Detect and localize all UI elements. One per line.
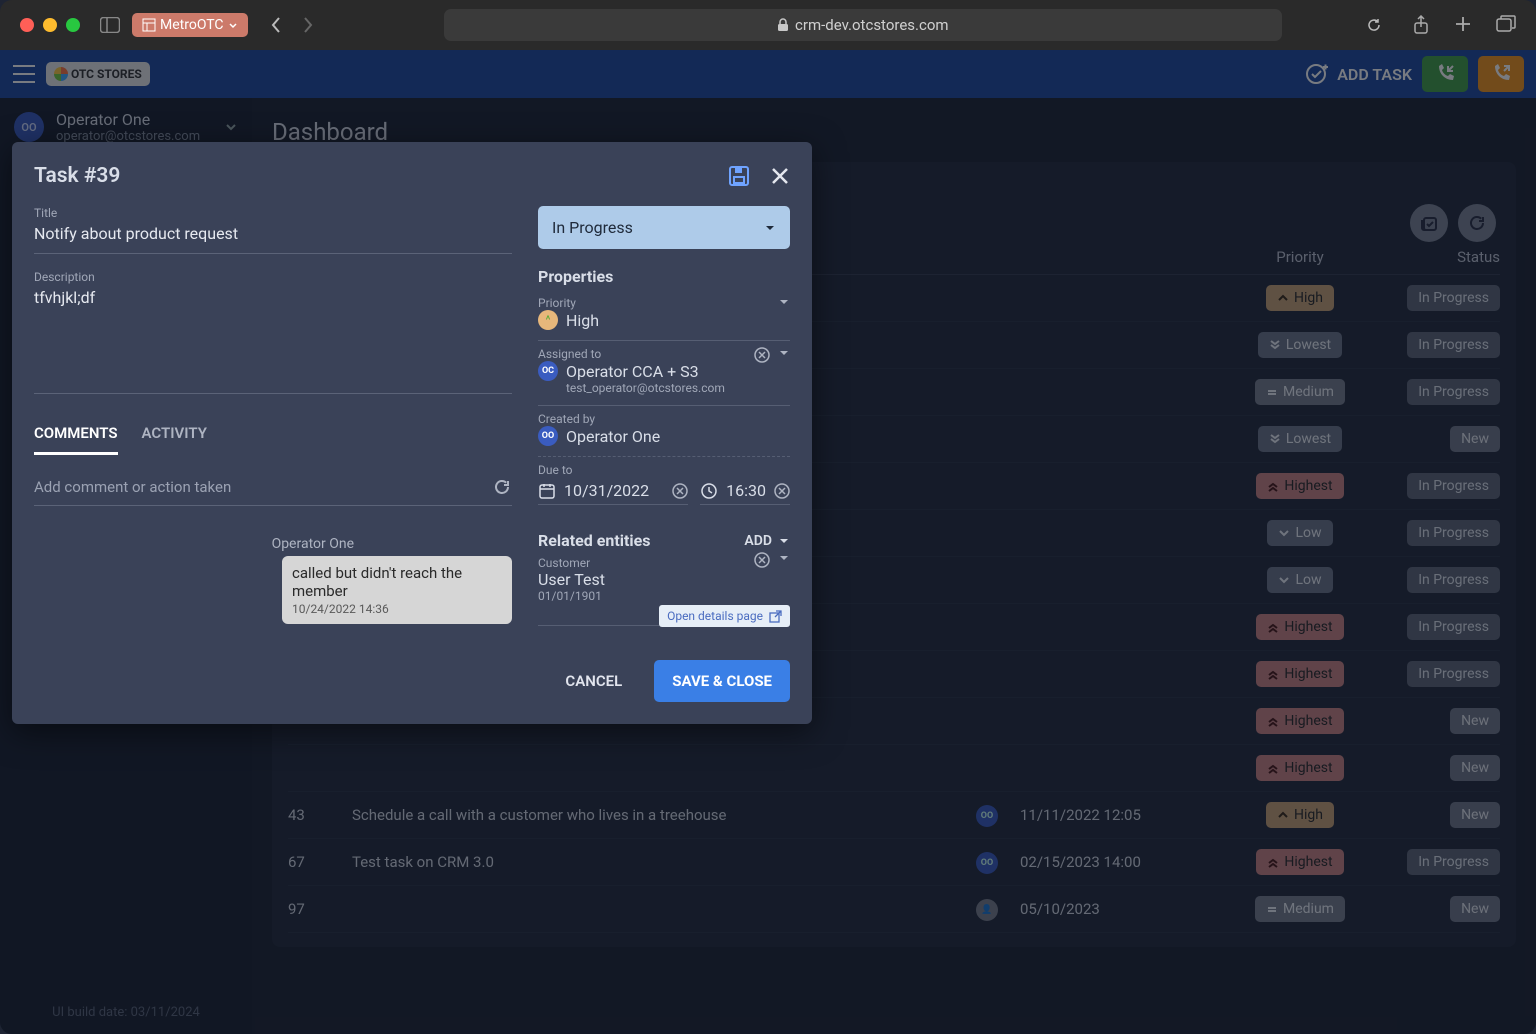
priority-row[interactable]: Priority ^ High [538, 290, 790, 341]
comment-time: 10/24/2022 14:36 [292, 602, 502, 616]
forward-button[interactable] [302, 16, 314, 34]
clear-icon[interactable] [754, 347, 770, 363]
comment-input[interactable]: Add comment or action taken [34, 469, 512, 506]
add-related-button[interactable]: ADD [744, 533, 790, 549]
tab-comments[interactable]: COMMENTS [34, 414, 118, 455]
url-bar[interactable]: crm-dev.otcstores.com [444, 9, 1282, 41]
comment-entry: Operator One called but didn't reach the… [34, 536, 512, 624]
save-icon[interactable] [728, 165, 750, 187]
created-avatar: OO [538, 426, 558, 446]
clear-icon[interactable] [754, 552, 770, 568]
description-input[interactable]: tfvhjkl;df [34, 284, 512, 394]
open-details-link[interactable]: Open details page [659, 605, 790, 627]
status-select[interactable]: In Progress [538, 206, 790, 249]
comment-author: Operator One [272, 536, 354, 552]
title-input[interactable]: Notify about product request [34, 220, 512, 254]
tab-activity[interactable]: ACTIVITY [142, 414, 207, 455]
calendar-icon [538, 482, 556, 500]
back-button[interactable] [270, 16, 282, 34]
assigned-avatar: OC [538, 361, 558, 381]
tab-chevron-icon [228, 20, 238, 30]
created-row: Created by OO Operator One [538, 406, 790, 457]
clear-date-icon[interactable] [672, 483, 688, 499]
chevron-down-icon [778, 535, 790, 547]
due-time-value: 16:30 [726, 481, 766, 500]
clock-icon [700, 482, 718, 500]
customer-name: User Test [538, 570, 605, 589]
share-icon[interactable] [1412, 15, 1430, 35]
status-value: In Progress [552, 218, 633, 237]
properties-heading: Properties [538, 267, 790, 286]
save-close-button[interactable]: SAVE & CLOSE [654, 660, 790, 702]
new-tab-icon[interactable] [1454, 15, 1472, 35]
title-label: Title [34, 206, 512, 220]
priority-chip-icon: ^ [538, 310, 558, 330]
cancel-button[interactable]: CANCEL [557, 660, 630, 702]
task-dialog: Task #39 Title Notify about product requ… [12, 142, 812, 724]
clear-time-icon[interactable] [774, 483, 790, 499]
comment-placeholder: Add comment or action taken [34, 478, 231, 496]
browser-tab[interactable]: MetroOTC [132, 13, 248, 37]
created-name: Operator One [566, 427, 660, 446]
assigned-label: Assigned to [538, 347, 790, 361]
reload-icon[interactable] [1366, 17, 1382, 33]
chevron-down-icon [764, 222, 776, 234]
close-window-icon[interactable] [20, 18, 34, 32]
maximize-window-icon[interactable] [66, 18, 80, 32]
description-label: Description [34, 270, 512, 284]
refresh-comments-icon[interactable] [492, 477, 512, 497]
url-text: crm-dev.otcstores.com [795, 16, 949, 34]
assigned-email: test_operator@otcstores.com [566, 381, 790, 395]
customer-dob: 01/01/1901 [538, 589, 790, 603]
due-time-input[interactable]: 16:30 [700, 481, 790, 505]
created-label: Created by [538, 412, 790, 426]
due-date-input[interactable]: 10/31/2022 [538, 481, 688, 505]
open-external-icon [769, 610, 782, 623]
chevron-down-icon[interactable] [778, 552, 790, 564]
customer-row[interactable]: Customer User Test 01/01/1901 Open detai… [538, 550, 790, 626]
due-label: Due to [538, 463, 790, 477]
chevron-down-icon[interactable] [778, 296, 790, 308]
assigned-row[interactable]: Assigned to OC Operator CCA + S3 test_ope… [538, 341, 790, 406]
close-dialog-icon[interactable] [770, 166, 790, 186]
tab-overview-icon[interactable] [1496, 15, 1516, 35]
browser-nav [270, 16, 314, 34]
related-heading: Related entities [538, 531, 651, 550]
chevron-down-icon[interactable] [778, 347, 790, 359]
customer-label: Customer [538, 556, 790, 570]
browser-tab-label: MetroOTC [160, 17, 224, 33]
comment-text: called but didn't reach the member [292, 564, 502, 600]
priority-label: Priority [538, 296, 790, 310]
lock-icon [777, 18, 789, 32]
minimize-window-icon[interactable] [43, 18, 57, 32]
priority-value: High [566, 311, 599, 330]
browser-chrome: MetroOTC crm-dev.otcstores.com [0, 0, 1536, 50]
traffic-lights [20, 18, 80, 32]
assigned-name: Operator CCA + S3 [566, 362, 699, 381]
browser-tools [1412, 15, 1516, 35]
due-date-value: 10/31/2022 [564, 481, 649, 500]
sidebar-toggle-icon[interactable] [100, 17, 120, 33]
dialog-title: Task #39 [34, 164, 120, 188]
